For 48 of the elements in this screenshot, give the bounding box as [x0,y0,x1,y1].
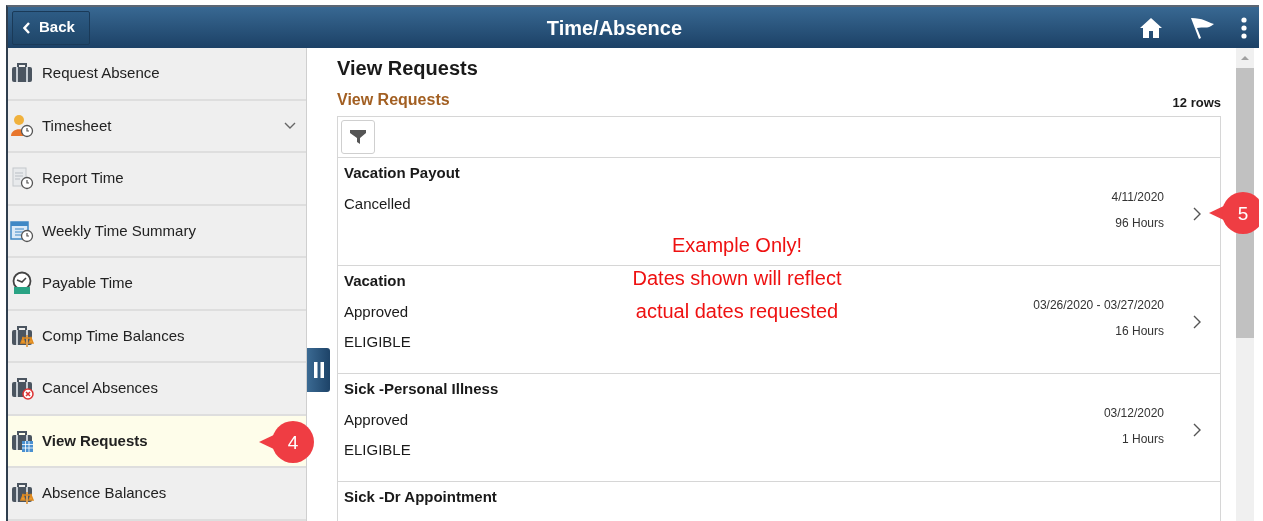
section-title: View Requests [337,90,450,110]
request-row[interactable]: Sick -Personal Illness Approved ELIGIBLE 03/12/2020 1 Hours [338,374,1220,482]
filter-icon [349,128,367,146]
clock-money-icon [10,271,34,296]
chevron-right-icon [1192,206,1202,221]
request-date: 03/26/2020 - 03/27/2020 [1033,296,1164,314]
request-date: 4/11/2020 [1111,188,1164,206]
flag-icon[interactable] [1189,15,1215,40]
sidebar-item[interactable]: Absence Balances [8,468,306,521]
page-title: View Requests [337,56,479,80]
request-status: Approved [344,301,409,322]
sidebar-item[interactable]: Weekly Time Summary [8,205,306,258]
request-date: 03/12/2020 [1103,404,1164,422]
briefcase-calendar-icon [10,428,34,453]
annotation-text: Example Only! [671,233,803,258]
request-row[interactable]: Sick -Dr Appointment [338,482,1220,521]
request-hours: 16 Hours [1115,322,1164,340]
page-header-title: Time/Absence [545,15,684,41]
request-hours: 1 Hours [1121,430,1164,448]
sidebar-item[interactable]: Comp Time Balances [8,310,306,363]
scrollbar[interactable] [1236,48,1254,521]
back-button[interactable]: Back [12,10,90,45]
chevron-right-icon [1192,314,1202,329]
request-status: Cancelled [344,193,411,214]
home-icon[interactable] [1139,16,1163,39]
annotation-text: Dates shown will reflect [632,266,842,291]
request-status: Approved [344,409,409,430]
request-type: Sick -Personal Illness [344,379,499,399]
request-type: Vacation [344,271,406,291]
person-clock-icon [10,113,34,138]
collapse-handle[interactable] [307,348,330,392]
request-type: Sick -Dr Appointment [344,487,497,507]
sidebar-item[interactable]: Payable Time [8,258,306,311]
chevron-right-icon [1192,422,1202,437]
chevron-left-icon [23,21,31,34]
sidebar-item[interactable]: Timesheet [8,100,306,153]
eligibility-status: ELIGIBLE [344,440,411,460]
sidebar-item[interactable]: Report Time [8,153,306,206]
row-count: 12 rows [1172,93,1221,112]
chevron-down-icon [284,121,296,130]
request-hours: 96 Hours [1115,214,1164,232]
request-type: Vacation Payout [344,163,460,183]
sidebar-item[interactable]: Request Absence [8,48,306,101]
eligibility-status: ELIGIBLE [344,332,411,352]
calendar-clock-icon [10,218,34,243]
filter-button[interactable] [341,120,375,154]
annotation-text: actual dates requested [635,299,839,324]
more-options-icon[interactable] [1241,16,1247,39]
